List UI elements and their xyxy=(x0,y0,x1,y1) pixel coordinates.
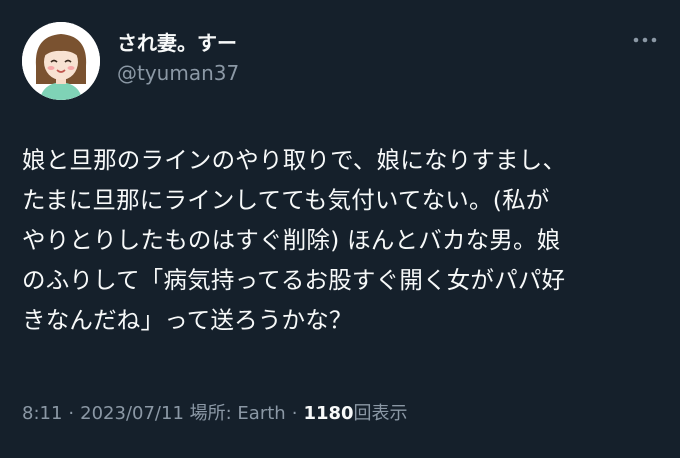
tweet-time[interactable]: 8:11 xyxy=(22,403,62,424)
author-handle[interactable]: @tyuman37 xyxy=(117,59,239,87)
author-display-name[interactable]: され妻。すー xyxy=(117,30,239,56)
avatar-illustration xyxy=(22,22,100,100)
views-count[interactable]: 1180 xyxy=(303,403,353,424)
more-horizontal-icon[interactable] xyxy=(628,28,662,52)
views-label: 回表示 xyxy=(353,403,408,424)
tweet-header: され妻。すー @tyuman37 xyxy=(22,22,662,100)
tweet-location: 場所: Earth xyxy=(189,403,286,424)
girl-avatar-icon[interactable] xyxy=(22,22,100,100)
meta-separator: · xyxy=(68,403,75,424)
tweet-date[interactable]: 2023/07/11 xyxy=(80,403,184,424)
tweet-metadata: 8:11 · 2023/07/11 場所: Earth · 1180回表示 xyxy=(22,402,408,426)
tweet-card: され妻。すー @tyuman37 娘と旦那のラインのやり取りで、娘になりすまし、… xyxy=(0,0,680,458)
meta-separator: · xyxy=(291,403,298,424)
tweet-text: 娘と旦那のラインのやり取りで、娘になりすまし、 たまに旦那にラインしてても気付い… xyxy=(22,146,567,334)
author-names: され妻。すー @tyuman37 xyxy=(117,30,239,87)
more-dots xyxy=(633,37,657,43)
